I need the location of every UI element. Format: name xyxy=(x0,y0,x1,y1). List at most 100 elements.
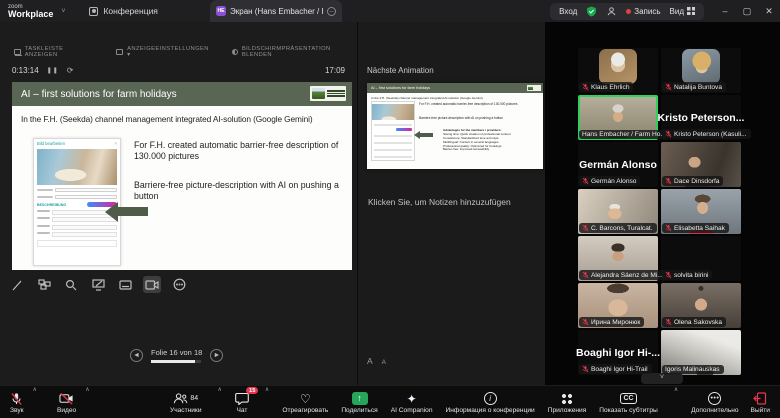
captions-options-chevron[interactable]: ∧ xyxy=(674,386,678,407)
heart-icon: ♡ xyxy=(299,391,311,406)
share-screen-icon: ↑ xyxy=(351,392,368,405)
titlebar-controls: Вход Запись Вид – ▢ ✕ xyxy=(550,0,780,22)
video-tile[interactable]: Natalija Buntova xyxy=(661,48,741,93)
leave-meeting-button[interactable]: Выйти xyxy=(750,386,770,418)
slide-paragraph-1: For F.H. created automatic barrier-free … xyxy=(134,140,339,161)
info-icon: i xyxy=(483,392,497,405)
more-tools-button[interactable] xyxy=(170,276,188,293)
chat-icon xyxy=(235,392,249,405)
recording-indicator[interactable]: Запись xyxy=(626,7,661,16)
participant-name-label: Elisabetta Saihak xyxy=(662,223,729,233)
restart-timer-icon[interactable]: ⟳ xyxy=(67,66,74,75)
participant-name-label: Olena Sakovska xyxy=(662,317,727,327)
meeting-toolbar: Звук ∧ Видео ∧ 84 Участники ∧ 15 Чат ∧ ♡… xyxy=(0,385,780,418)
previous-slide-button[interactable]: ◄ xyxy=(130,348,143,362)
participant-name-label: C. Barcons, Turalcat. xyxy=(579,223,657,233)
presenter-toolbar xyxy=(8,276,188,293)
presentation-timer-row: 0:13:14 ❚❚ ⟳ 17:09 xyxy=(12,66,345,75)
subtitles-button[interactable] xyxy=(116,276,134,293)
video-tile[interactable]: Klaus Ehrlich xyxy=(578,48,658,93)
display-settings-button[interactable]: ANZEIGEEINSTELLUNGEN ▾ xyxy=(116,46,210,58)
signin-button[interactable]: Вход xyxy=(559,7,577,16)
notes-placeholder[interactable]: Klicken Sie, um Notizen hinzuzufügen xyxy=(368,197,511,207)
elapsed-timer: 0:13:14 xyxy=(12,66,39,75)
ai-companion-button[interactable]: ✦ AI Companion xyxy=(391,386,433,418)
notes-font-decrease-button[interactable]: A xyxy=(382,359,386,366)
muted-mic-icon xyxy=(582,365,589,373)
react-button[interactable]: ♡ Отреагировать xyxy=(282,386,328,418)
video-tile[interactable]: Olena Sakovska xyxy=(661,283,741,328)
next-animation-label: Nächste Animation xyxy=(367,66,434,75)
video-tile[interactable]: C. Barcons, Turalcat. xyxy=(578,189,658,234)
participants-options-chevron[interactable]: ∧ xyxy=(218,386,222,407)
close-button[interactable]: ✕ xyxy=(758,6,780,17)
hotel-room-photo xyxy=(37,149,117,185)
video-options-chevron[interactable]: ∧ xyxy=(85,386,89,407)
slide-sorter-button[interactable] xyxy=(35,276,53,293)
more-participants-chevron-button[interactable]: ˅ xyxy=(641,373,683,384)
participant-name-label: Natalija Buntova xyxy=(662,82,727,92)
collapse-tab-icon[interactable]: – xyxy=(327,6,336,16)
muted-mic-icon xyxy=(582,177,589,185)
video-tile[interactable]: solvita birini xyxy=(661,236,741,281)
participants-button[interactable]: 84 Участники xyxy=(170,386,202,418)
participant-video-strip: Klaus Ehrlich Natalija Buntova Hans Emba… xyxy=(545,22,780,385)
start-video-button[interactable]: Видео xyxy=(57,386,76,418)
video-tile-active-speaker[interactable]: Hans Embacher / Farm Ho. xyxy=(578,95,667,140)
muted-mic-icon xyxy=(665,318,672,326)
blank-screen-button[interactable]: BILDSCHIRMPRÄSENTATION BLENDEN xyxy=(232,46,357,58)
security-shield-icon[interactable] xyxy=(586,5,597,17)
share-screen-button[interactable]: ↑ Поделиться xyxy=(341,386,378,418)
chat-button[interactable]: 15 Чат xyxy=(235,386,258,418)
tab-meeting[interactable]: Конференция xyxy=(89,6,158,16)
taskbar-icon xyxy=(14,49,22,56)
audio-options-chevron[interactable]: ∧ xyxy=(33,386,37,407)
show-captions-button[interactable]: CC Показать субтитры xyxy=(599,386,658,418)
slide-intro-text: In the F.H. (Seekda) channel management … xyxy=(21,114,313,124)
camera-muted-icon xyxy=(59,392,73,405)
green-arrow-left xyxy=(414,130,433,139)
black-screen-button[interactable] xyxy=(89,276,107,293)
pause-timer-icon[interactable]: ❚❚ xyxy=(47,67,59,74)
participant-name-label: Dace Dinsdorfa xyxy=(662,176,724,186)
video-tile[interactable]: Ирина Миронюк xyxy=(578,283,658,328)
muted-mic-icon xyxy=(665,177,672,185)
presence-icon[interactable] xyxy=(606,6,617,17)
meeting-info-button[interactable]: i Информация о конференции xyxy=(446,386,535,418)
video-tile[interactable]: Kristo Peterson... Kristo Peterson (Kasu… xyxy=(658,95,751,140)
video-tile[interactable]: Igoris Malinauskas xyxy=(661,330,741,375)
video-tile[interactable]: Dace Dinsdorfa xyxy=(661,142,741,187)
camera-button[interactable] xyxy=(143,276,161,293)
muted-mic-icon xyxy=(582,271,589,279)
zoom-tool-button[interactable] xyxy=(62,276,80,293)
minimize-button[interactable]: – xyxy=(714,6,736,16)
meeting-content: TASKLEISTE ANZEIGEN ANZEIGEEINSTELLUNGEN… xyxy=(0,22,780,385)
video-tile[interactable]: Germán Alonso Germán Alonso xyxy=(578,142,658,187)
participant-name-label: Hans Embacher / Farm Ho. xyxy=(579,130,667,139)
tab-screen-share[interactable]: HE Экран (Hans Embacher / Farm Ho – xyxy=(210,0,342,22)
notes-font-increase-button[interactable]: A xyxy=(367,356,373,366)
zoom-meeting-window: zoom Workplace ˅ Конференция HE Экран (H… xyxy=(0,0,780,418)
view-button[interactable]: Вид xyxy=(670,7,695,16)
participant-name-label: Boaghi Igor Hi-Trail xyxy=(579,364,652,374)
video-tile[interactable]: Elisabetta Saihak xyxy=(661,189,741,234)
show-taskbar-button[interactable]: TASKLEISTE ANZEIGEN xyxy=(14,46,94,58)
shared-screen-presenter-view: TASKLEISTE ANZEIGEN ANZEIGEEINSTELLUNGEN… xyxy=(0,22,357,385)
chat-options-chevron[interactable]: ∧ xyxy=(265,386,269,407)
green-arrow-left xyxy=(105,201,148,222)
maximize-button[interactable]: ▢ xyxy=(736,6,758,17)
pen-tool-button[interactable] xyxy=(8,276,26,293)
video-tile[interactable]: Alejandra Sáenz de Mi... xyxy=(578,236,667,281)
more-button[interactable]: ••• Дополнительно xyxy=(691,386,739,418)
urlaub-am-bauernhof-logo xyxy=(527,84,541,91)
next-slide-button[interactable]: ► xyxy=(210,348,224,362)
chevron-down-icon[interactable]: ˅ xyxy=(61,8,65,15)
urlaub-am-bauernhof-logo xyxy=(310,86,346,101)
mute-audio-button[interactable]: Звук xyxy=(10,386,24,418)
blank-screen-icon xyxy=(232,49,238,55)
slide-counter: Folie 16 von 18 xyxy=(151,348,203,357)
video-tile[interactable]: Boaghi Igor Hi-... Boaghi Igor Hi-Trail xyxy=(576,330,660,375)
slide-title: AI – first solutions for farm holidays xyxy=(21,88,177,100)
card-title: Bild bearbeiten xyxy=(37,141,65,146)
apps-button[interactable]: Приложения xyxy=(548,386,586,418)
